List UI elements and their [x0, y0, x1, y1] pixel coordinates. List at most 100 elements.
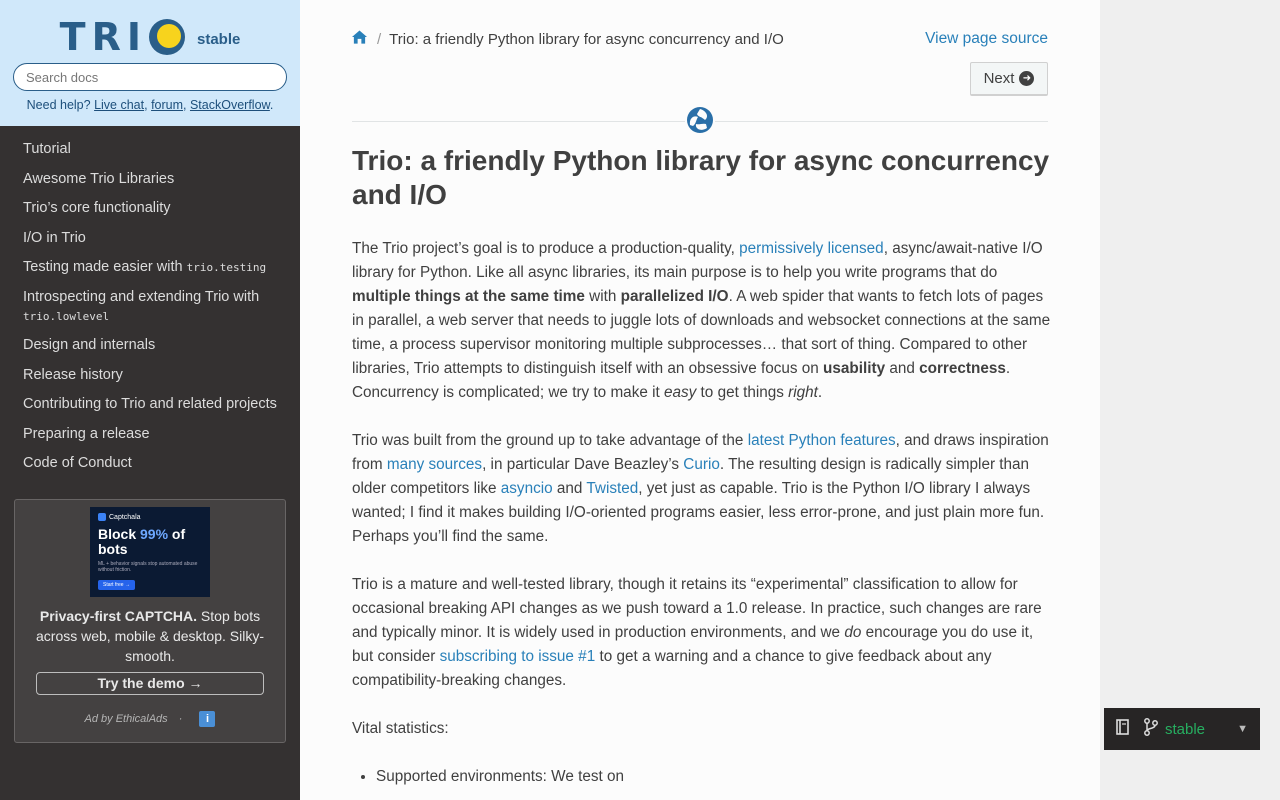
- version-badge[interactable]: stable ▼: [1104, 708, 1260, 750]
- curio-link[interactable]: Curio: [683, 456, 720, 473]
- article-body: The Trio project’s goal is to produce a …: [352, 237, 1052, 795]
- text: .: [817, 384, 823, 401]
- logo-text: TRI: [59, 15, 147, 59]
- nav-label: Contributing to Trio and related project…: [23, 396, 277, 412]
- text-bold: multiple things at the same time: [352, 288, 585, 305]
- help-prefix: Need help?: [26, 98, 91, 112]
- book-icon: [1116, 719, 1129, 739]
- nav-label: Design and internals: [23, 337, 156, 353]
- breadcrumb-separator: /: [377, 31, 382, 48]
- sidebar-item-release-history[interactable]: Release history: [0, 366, 300, 385]
- sidebar-item-tutorial[interactable]: Tutorial: [0, 140, 300, 159]
- ad-dot: ·: [178, 712, 183, 725]
- nav-label: Trio’s core functionality: [23, 200, 171, 216]
- trio-logo[interactable]: TRI: [60, 15, 185, 59]
- sidebar-nav: Tutorial Awesome Trio Libraries Trio’s c…: [0, 126, 300, 473]
- ad-headline: Block 99% of bots: [98, 527, 202, 557]
- permissively-licensed-link[interactable]: permissively licensed: [739, 240, 884, 257]
- text: The Trio project’s goal is to produce a …: [352, 240, 740, 257]
- sidebar-item-io[interactable]: I/O in Trio: [0, 229, 300, 248]
- ethical-ad: Captchala Block 99% of bots ML + behavio…: [14, 499, 286, 743]
- stackoverflow-link[interactable]: StackOverflow: [190, 98, 270, 112]
- sidebar-item-testing[interactable]: Testing made easier with trio.testing: [0, 258, 300, 277]
- breadcrumb: / Trio: a friendly Python library for as…: [352, 30, 784, 49]
- text: to get things: [696, 384, 789, 401]
- ad-footer: Ad by EthicalAds · i: [15, 711, 285, 727]
- paragraph-goal: The Trio project’s goal is to produce a …: [352, 237, 1052, 405]
- text-bold: usability: [823, 360, 886, 377]
- ad-headline-a: Block: [98, 526, 141, 542]
- nav-label: Tutorial: [23, 141, 71, 157]
- sidebar-item-awesome-libraries[interactable]: Awesome Trio Libraries: [0, 170, 300, 189]
- stats-list: Supported environments: We test on: [376, 765, 1052, 789]
- sidebar-item-design[interactable]: Design and internals: [0, 336, 300, 355]
- ad-brand: Captchala: [98, 513, 202, 521]
- ad-image[interactable]: Captchala Block 99% of bots ML + behavio…: [90, 507, 210, 597]
- text-emphasis: right: [788, 384, 818, 401]
- help-line: Need help? Live chat, forum, StackOverfl…: [26, 98, 274, 112]
- ad-copy[interactable]: Privacy-first CAPTCHA. Stop bots across …: [33, 606, 267, 666]
- nav-code: trio.lowlevel: [23, 309, 110, 323]
- nav-code: trio.testing: [186, 261, 267, 274]
- sidebar-header: TRI stable Need help? Live chat, forum, …: [0, 0, 300, 126]
- paragraph-vital-stats: Vital statistics:: [352, 720, 449, 737]
- version-name: stable: [1165, 720, 1206, 738]
- help-suffix: .: [269, 98, 274, 112]
- twisted-link[interactable]: Twisted: [586, 480, 638, 497]
- sidebar-item-contributing[interactable]: Contributing to Trio and related project…: [0, 395, 300, 414]
- arrow-right-icon: ➜: [1019, 71, 1035, 86]
- ad-brand-name: Captchala: [109, 513, 141, 521]
- info-icon[interactable]: i: [199, 711, 216, 727]
- nav-label: Testing made easier with: [23, 259, 187, 275]
- home-icon[interactable]: [352, 30, 367, 49]
- nav-label: Awesome Trio Libraries: [23, 170, 175, 187]
- search-input[interactable]: [13, 63, 287, 91]
- next-button[interactable]: Next ➜: [970, 62, 1048, 96]
- nav-label: Release history: [23, 366, 123, 383]
- paragraph-maturity: Trio is a mature and well-tested library…: [352, 573, 1052, 693]
- list-item: Supported environments: We test on: [376, 765, 1052, 789]
- text: , in particular Dave Beazley’s: [482, 456, 684, 473]
- text-emphasis: easy: [664, 384, 697, 401]
- captcha-logo-icon: [98, 513, 106, 521]
- text: and: [552, 480, 587, 497]
- caret-down-icon: ▼: [1237, 723, 1248, 735]
- page-title: Trio: a friendly Python library for asyn…: [352, 145, 1050, 210]
- live-chat-link[interactable]: Live chat: [94, 98, 144, 112]
- asyncio-link[interactable]: asyncio: [501, 480, 553, 497]
- forum-link[interactable]: forum: [151, 98, 183, 112]
- version-label: stable: [196, 30, 241, 48]
- nav-label: Preparing a release: [23, 425, 150, 442]
- ad-bold: Privacy-first CAPTCHA.: [39, 608, 198, 624]
- nav-label: Code of Conduct: [23, 455, 132, 471]
- ad-headline-hl: 99%: [140, 526, 169, 542]
- issue-1-link[interactable]: subscribing to issue #1: [440, 648, 596, 665]
- next-label: Next: [983, 70, 1015, 87]
- ad-by[interactable]: Ad by EthicalAds: [85, 713, 168, 725]
- text-bold: parallelized I/O: [620, 288, 729, 305]
- ad-small-text: ML + behavior signals stop automated abu…: [98, 561, 198, 573]
- text-bold: correctness: [919, 360, 1006, 377]
- nav-label: Introspecting and extending Trio with: [23, 288, 260, 305]
- try-demo-button[interactable]: Try the demo →: [36, 672, 264, 695]
- git-branch-icon: [1143, 718, 1159, 740]
- sidebar-item-code-of-conduct[interactable]: Code of Conduct: [0, 454, 300, 473]
- trio-emblem-icon: [685, 105, 715, 135]
- text-emphasis: do: [844, 624, 862, 641]
- ad-image-cta: Start free →: [98, 580, 135, 590]
- logo-sun-icon: [148, 19, 185, 55]
- text: Trio was built from the ground up to tak…: [352, 432, 748, 449]
- many-sources-link[interactable]: many sources: [387, 456, 482, 473]
- sidebar-item-core-functionality[interactable]: Trio’s core functionality: [0, 199, 300, 218]
- paragraph-design: Trio was built from the ground up to tak…: [352, 429, 1052, 549]
- nav-label: I/O in Trio: [23, 229, 86, 246]
- sidebar-item-lowlevel[interactable]: Introspecting and extending Trio with tri…: [0, 288, 300, 326]
- breadcrumb-current: Trio: a friendly Python library for asyn…: [389, 31, 784, 48]
- main-content: / Trio: a friendly Python library for as…: [300, 0, 1100, 800]
- sidebar: TRI stable Need help? Live chat, forum, …: [0, 0, 300, 800]
- text: with: [584, 288, 621, 305]
- sidebar-item-preparing-release[interactable]: Preparing a release: [0, 425, 300, 444]
- latest-python-features-link[interactable]: latest Python features: [748, 432, 896, 449]
- view-page-source-link[interactable]: View page source: [925, 30, 1048, 48]
- text: and: [885, 360, 920, 377]
